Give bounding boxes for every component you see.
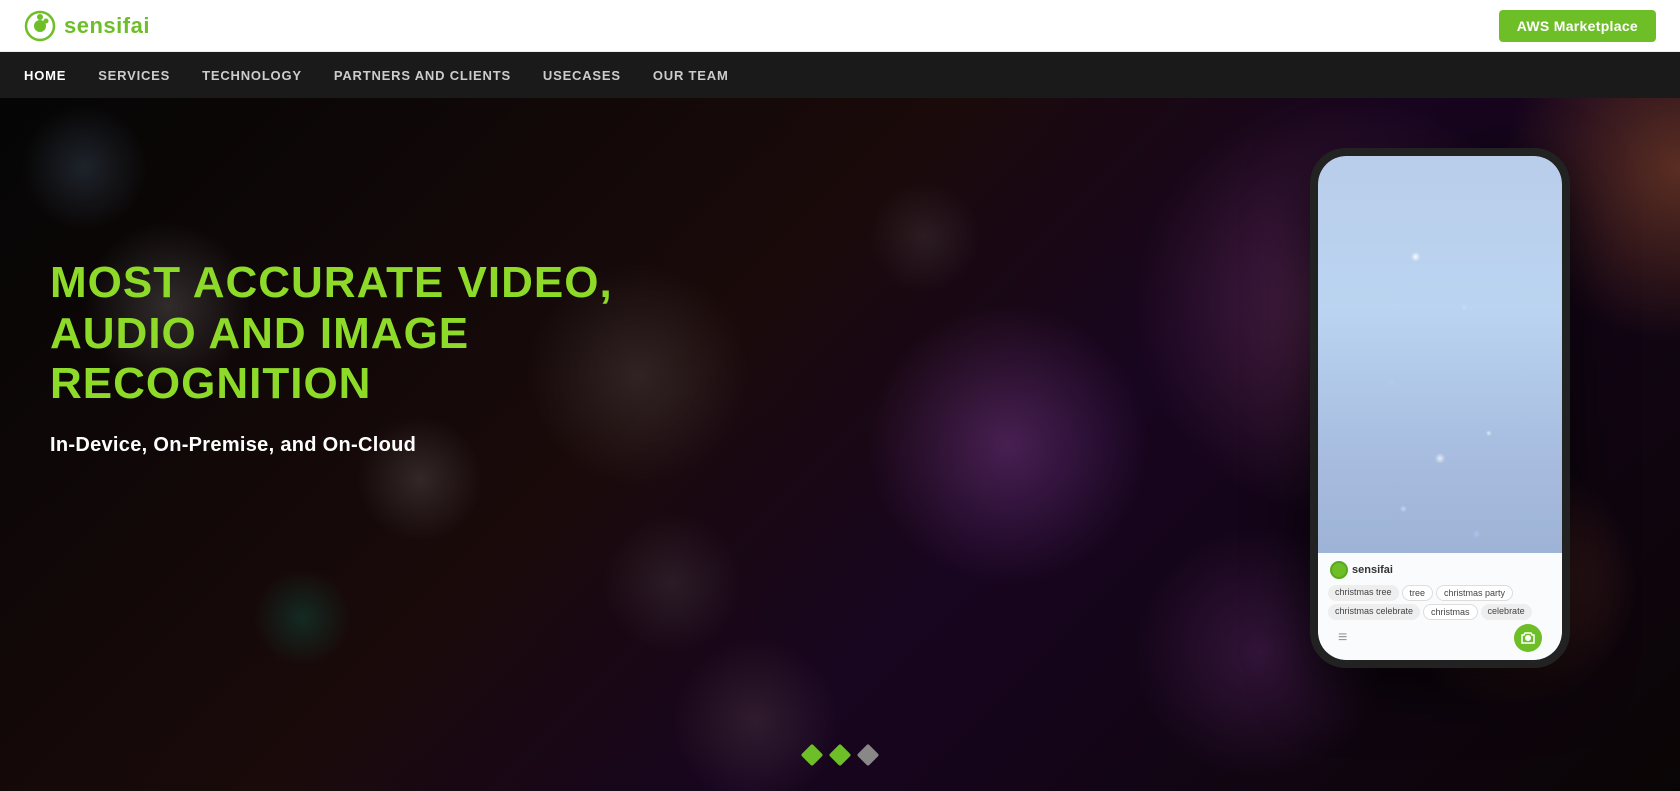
phone-logo: sensifai [1326,561,1554,579]
phone-camera-button[interactable] [1514,624,1542,652]
phone-tag: christmas party [1436,585,1513,601]
phone-outer: sensifai christmas tree tree christmas p… [1310,148,1570,668]
phone-logo-text: sensifai [1352,564,1393,576]
phone-menu-icon: ≡ [1338,629,1347,647]
slider-dot-2[interactable] [829,744,852,767]
hero-content: MOST ACCURATE VIDEO, AUDIO AND IMAGE REC… [50,258,650,457]
aws-marketplace-button[interactable]: AWS Marketplace [1499,10,1656,42]
brand-name: sensifai [64,13,150,39]
hero-section: MOST ACCURATE VIDEO, AUDIO AND IMAGE REC… [0,98,1680,791]
nav-item-home[interactable]: HOME [24,68,66,83]
phone-tag: christmas tree [1328,585,1399,601]
phone-mockup: sensifai christmas tree tree christmas p… [1280,148,1600,768]
nav-item-technology[interactable]: TECHNOLOGY [202,68,302,83]
nav-item-services[interactable]: SERVICES [98,68,170,83]
phone-tag: christmas celebrate [1328,604,1420,620]
nav-item-partners[interactable]: PARTNERS AND CLIENTS [334,68,511,83]
nav-bar: HOME SERVICES TECHNOLOGY PARTNERS AND CL… [0,52,1680,98]
nav-item-usecases[interactable]: USECASES [543,68,621,83]
hero-subtitle: In-Device, On-Premise, and On-Cloud [50,434,650,457]
brand-name-start: sensif [64,13,131,38]
logo-icon [24,10,56,42]
phone-tag: tree [1402,585,1434,601]
phone-icons-bar: ≡ [1326,620,1554,652]
phone-logo-dot [1330,561,1348,579]
slider-dot-1[interactable] [801,744,824,767]
phone-tag: christmas [1423,604,1478,620]
slider-dots [804,747,876,763]
phone-tag: celebrate [1481,604,1532,620]
brand-name-end: ai [131,13,150,38]
phone-tags-container: christmas tree tree christmas party chri… [1326,585,1554,620]
logo: sensifai [24,10,150,42]
top-bar: sensifai AWS Marketplace [0,0,1680,52]
phone-bottom-bar: sensifai christmas tree tree christmas p… [1318,553,1562,660]
hero-title: MOST ACCURATE VIDEO, AUDIO AND IMAGE REC… [50,258,650,410]
slider-dot-3[interactable] [857,744,880,767]
phone-screen: sensifai christmas tree tree christmas p… [1318,156,1562,660]
nav-item-team[interactable]: OUR TEAM [653,68,729,83]
